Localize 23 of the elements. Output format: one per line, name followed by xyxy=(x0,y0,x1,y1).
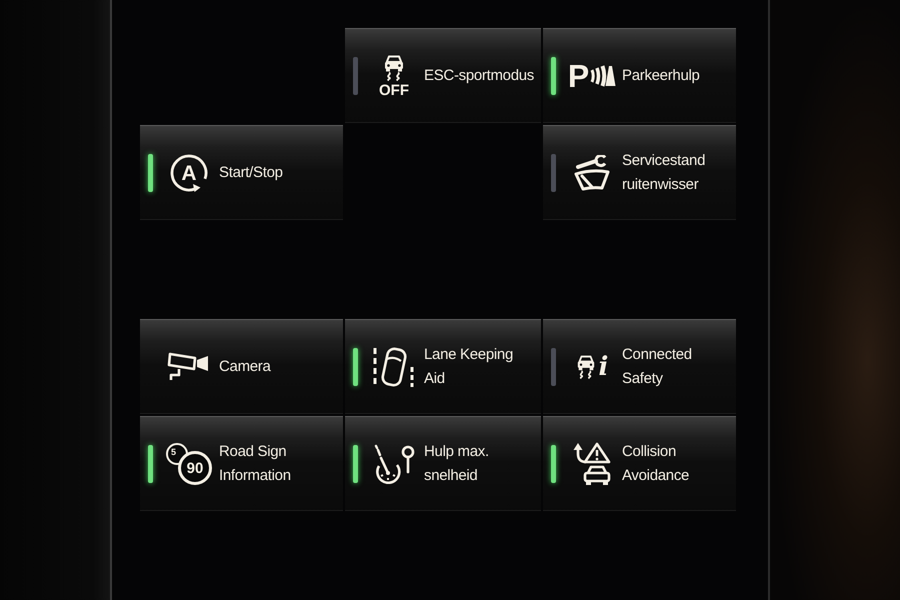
feature-button[interactable]: Servicestand ruitenwisser xyxy=(543,125,736,220)
feature-button[interactable]: Collision Avoidance xyxy=(543,416,736,511)
sensor-cone-icon xyxy=(590,63,616,89)
feature-button[interactable]: A Start/Stop xyxy=(140,125,343,220)
speedometer-pin-icon xyxy=(372,444,416,484)
feature-button[interactable]: OFF ESC-sportmodus xyxy=(345,28,541,123)
skidding-car-icon xyxy=(383,54,405,80)
feature-button[interactable]: Lane Keeping Aid xyxy=(345,319,541,414)
feature-button[interactable]: Hulp max. snelheid xyxy=(345,416,541,511)
camera-icon xyxy=(167,351,211,383)
feature-button[interactable]: 5 90 Road Sign Information xyxy=(140,416,343,511)
lane-car-icon xyxy=(372,345,416,389)
feature-button[interactable]: P Parkeerhulp xyxy=(543,28,736,123)
circular-arrow-icon xyxy=(169,153,209,193)
parking-letter: P xyxy=(568,60,590,92)
wrench-wiper-icon xyxy=(573,155,611,191)
speed-sign: 90 xyxy=(178,451,212,485)
skidding-car-icon xyxy=(576,355,596,379)
off-label: OFF xyxy=(379,82,409,98)
info-letter: i xyxy=(598,354,608,380)
collision-warning-icon xyxy=(572,441,612,487)
auto-letter: A xyxy=(181,162,197,184)
feature-button[interactable]: Camera xyxy=(140,319,343,414)
